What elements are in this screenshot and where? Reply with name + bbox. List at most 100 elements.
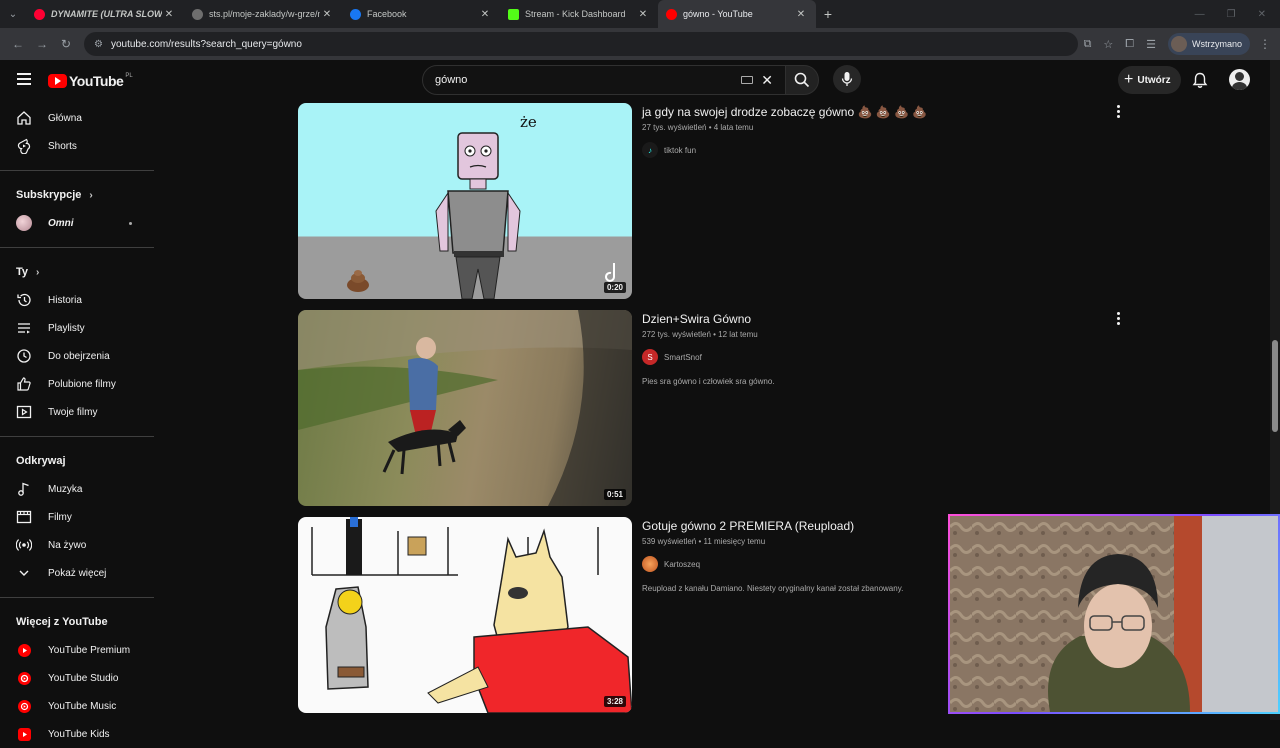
sidebar-item-your-videos[interactable]: Twoje filmy xyxy=(0,398,158,426)
browser-tab[interactable]: Stream - Kick Dashboard ✕ xyxy=(500,0,658,28)
more-actions-icon[interactable] xyxy=(1114,105,1122,120)
tab-title: DYNAMITE (ULTRA SLOWED xyxy=(51,9,162,19)
sidebar-item-show-more[interactable]: Pokaż więcej xyxy=(0,559,158,587)
reload-icon[interactable]: ↻ xyxy=(54,37,78,51)
video-thumbnail[interactable]: że 0:20 xyxy=(298,103,632,299)
sidebar-item-label: YouTube Premium xyxy=(48,644,131,656)
man-with-dog-photo xyxy=(298,310,632,506)
notifications-button[interactable] xyxy=(1192,72,1208,94)
more-actions-icon[interactable] xyxy=(1114,312,1122,327)
search-button[interactable] xyxy=(785,65,819,95)
video-title[interactable]: Dzien+Swira Gówno xyxy=(642,312,1112,326)
video-title[interactable]: ja gdy na swojej drodze zobaczę gówno 💩 … xyxy=(642,105,1112,119)
minimize-icon[interactable]: — xyxy=(1195,9,1205,20)
sidebar-item-label: YouTube Music xyxy=(48,700,117,712)
plus-icon: + xyxy=(1124,71,1134,88)
video-info: Dzien+Swira Gówno 272 tys. wyświetleń • … xyxy=(642,312,1112,386)
channel-avatar xyxy=(16,215,32,231)
webcam-overlay xyxy=(948,514,1280,714)
close-icon[interactable]: ✕ xyxy=(162,9,176,20)
sidebar-item-playlists[interactable]: Playlisty xyxy=(0,314,158,342)
sidebar-item-shorts[interactable]: Shorts xyxy=(0,132,158,160)
sidebar-item-label: Playlisty xyxy=(48,322,85,334)
sts-favicon-icon xyxy=(192,8,203,20)
sidebar-item-music[interactable]: Muzyka xyxy=(0,475,158,503)
sidebar-item-home[interactable]: Główna xyxy=(0,104,158,132)
bookmark-star-icon[interactable]: ☆ xyxy=(1103,38,1113,51)
sidebar-item-music-app[interactable]: YouTube Music xyxy=(0,692,158,720)
chevron-right-icon: › xyxy=(36,266,40,278)
clock-icon xyxy=(16,348,32,364)
video-meta: 272 tys. wyświetleń • 12 lat temu xyxy=(642,330,758,339)
close-window-icon[interactable]: ✕ xyxy=(1258,9,1266,20)
section-heading: Więcej z YouTube xyxy=(16,616,108,628)
sidebar-item-studio[interactable]: YouTube Studio xyxy=(0,664,158,692)
install-app-icon[interactable]: ⧉ xyxy=(1084,38,1092,51)
account-avatar[interactable] xyxy=(1229,69,1250,90)
shorts-icon xyxy=(16,138,32,154)
profile-button[interactable]: Wstrzymano xyxy=(1167,33,1250,55)
subscriptions-heading[interactable]: Subskrypcje › xyxy=(0,181,158,209)
more-from-youtube-heading: Więcej z YouTube xyxy=(0,608,158,636)
browser-tab-active[interactable]: gówno - YouTube ✕ xyxy=(658,0,816,28)
logo-text: YouTube xyxy=(69,73,124,89)
search-query: gówno xyxy=(435,74,468,86)
browser-tab-bar: ⌄ DYNAMITE (ULTRA SLOWED ✕ sts.pl/moje-z… xyxy=(0,0,1280,28)
close-icon[interactable]: ✕ xyxy=(636,9,650,20)
sidebar-item-liked[interactable]: Polubione filmy xyxy=(0,370,158,398)
sidebar-item-history[interactable]: Historia xyxy=(0,286,158,314)
close-icon[interactable]: ✕ xyxy=(794,9,808,20)
channel-link[interactable]: ♪ tiktok fun xyxy=(642,142,1112,158)
voice-search-button[interactable] xyxy=(833,65,861,93)
video-result[interactable]: że 0:20 ja gdy na swojej drodze zobaczę … xyxy=(298,103,1128,303)
video-meta: 27 tys. wyświetleń • 4 lata temu xyxy=(642,123,754,132)
extensions-icon[interactable]: ⧠ xyxy=(1125,38,1134,51)
close-icon[interactable]: ✕ xyxy=(478,9,492,20)
sidebar-item-premium[interactable]: YouTube Premium xyxy=(0,636,158,664)
facebook-favicon-icon xyxy=(350,8,361,20)
browser-tab[interactable]: Facebook ✕ xyxy=(342,0,500,28)
browser-tab[interactable]: sts.pl/moje-zaklady/w-grze/mo ✕ xyxy=(184,0,342,28)
close-icon[interactable]: ✕ xyxy=(320,9,334,20)
youtube-logo[interactable]: YouTube PL xyxy=(48,73,133,89)
toolbar-icons: ⧉ ☆ ⧠ ☰ xyxy=(1084,38,1156,51)
section-heading: Subskrypcje xyxy=(16,189,82,201)
sidebar-item-omni[interactable]: Omni xyxy=(0,209,158,237)
url-field[interactable]: ⚙ youtube.com/results?search_query=gówno xyxy=(84,32,1078,56)
sidebar-item-live[interactable]: Na żywo xyxy=(0,531,158,559)
back-icon[interactable]: ← xyxy=(6,37,30,51)
divider xyxy=(0,597,154,598)
sidebar-item-label: YouTube Studio xyxy=(48,672,119,684)
divider xyxy=(0,247,154,248)
new-tab-button[interactable]: + xyxy=(816,6,840,22)
video-thumbnail[interactable]: 3:28 xyxy=(298,517,632,713)
browser-menu-icon[interactable]: ⋮ xyxy=(1256,37,1274,51)
create-label: Utwórz xyxy=(1137,74,1171,86)
youtube-favicon-icon xyxy=(666,8,677,20)
you-heading[interactable]: Ty › xyxy=(0,258,158,286)
tab-search-button[interactable]: ⌄ xyxy=(0,0,26,28)
country-code: PL xyxy=(125,73,133,79)
media-controls-icon[interactable]: ☰ xyxy=(1146,38,1156,51)
sidebar-item-label: Muzyka xyxy=(48,483,83,495)
site-info-icon[interactable]: ⚙ xyxy=(94,39,103,50)
sidebar-item-watch-later[interactable]: Do obejrzenia xyxy=(0,342,158,370)
channel-link[interactable]: S SmartSnof xyxy=(642,349,1112,365)
video-thumbnail[interactable]: 0:51 xyxy=(298,310,632,506)
scrollbar-thumb[interactable] xyxy=(1272,340,1278,432)
video-result[interactable]: 0:51 Dzien+Swira Gówno 272 tys. wyświetl… xyxy=(298,310,1128,510)
browser-tab[interactable]: DYNAMITE (ULTRA SLOWED ✕ xyxy=(26,0,184,28)
sidebar-item-films[interactable]: Filmy xyxy=(0,503,158,531)
video-description: Pies sra gówno i człowiek sra gówno. xyxy=(642,377,775,386)
video-duration: 3:28 xyxy=(603,696,626,707)
search-input[interactable]: gówno ✕ xyxy=(422,65,786,95)
forward-icon[interactable]: → xyxy=(30,37,54,51)
sidebar-item-kids[interactable]: YouTube Kids xyxy=(0,720,158,748)
keyboard-icon[interactable] xyxy=(741,76,754,84)
clear-search-icon[interactable]: ✕ xyxy=(761,72,773,89)
maximize-icon[interactable]: ❐ xyxy=(1227,9,1236,20)
video-duration: 0:51 xyxy=(603,489,626,500)
cartoon-cooking-illustration xyxy=(311,517,632,713)
hamburger-menu-icon[interactable] xyxy=(17,73,31,88)
create-button[interactable]: + Utwórz xyxy=(1118,66,1181,94)
